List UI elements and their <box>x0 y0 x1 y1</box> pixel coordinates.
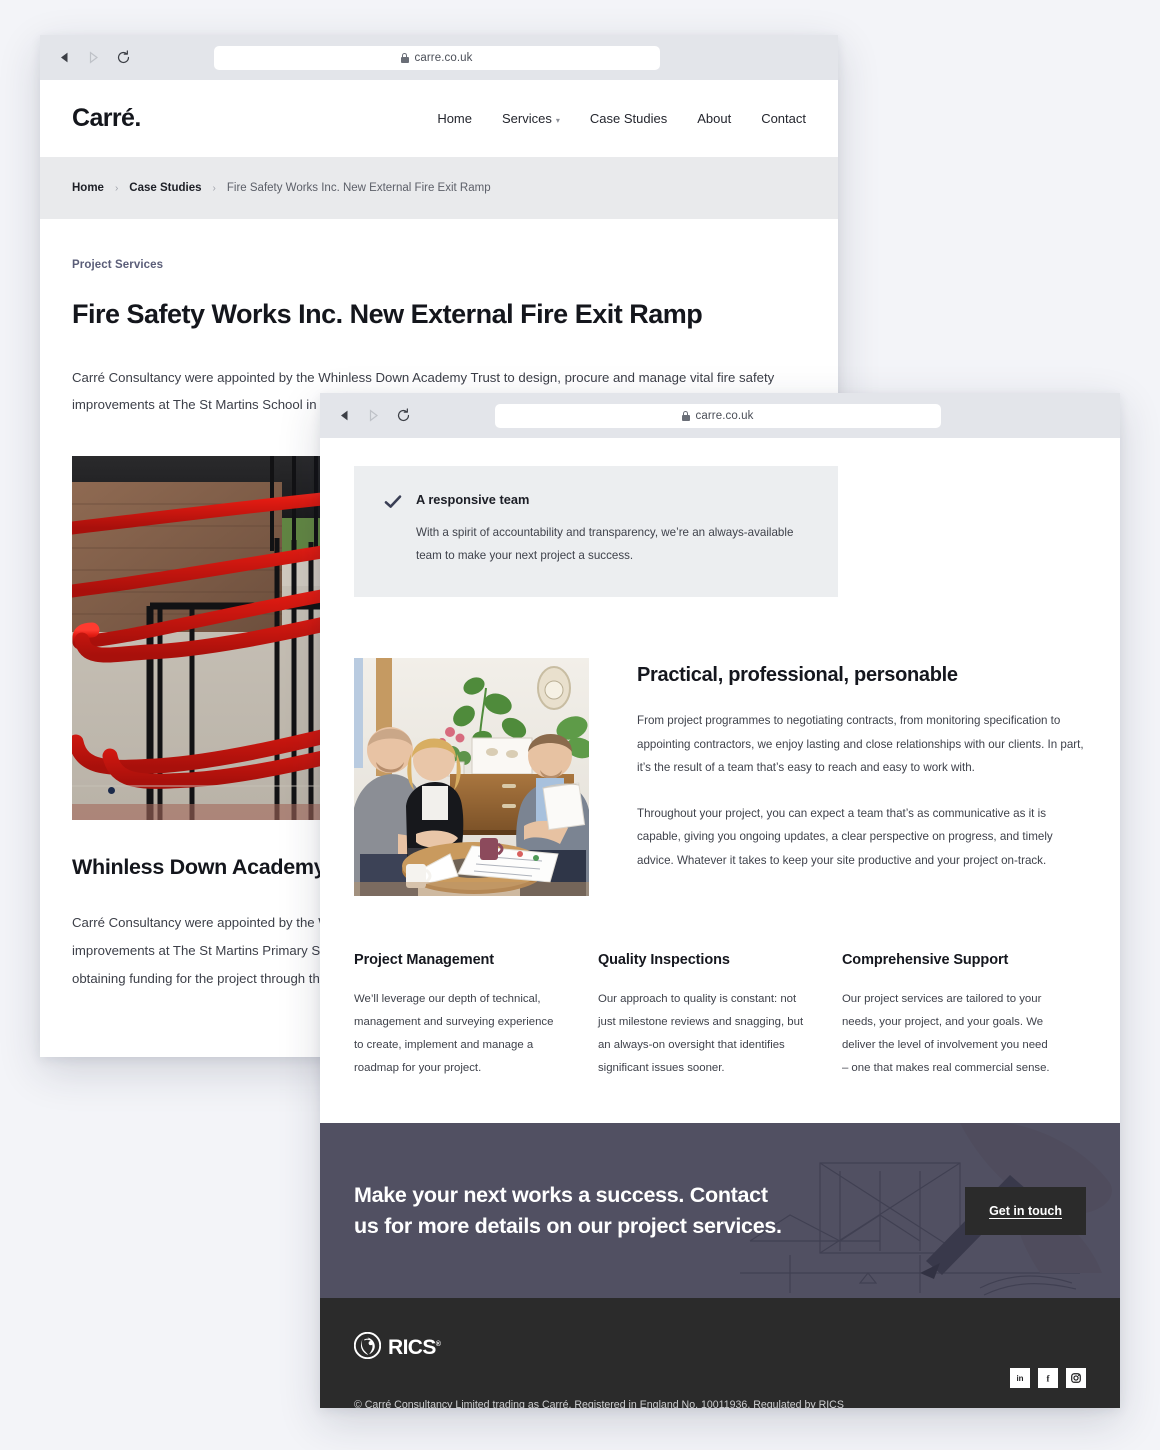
forward-icon[interactable] <box>367 409 380 422</box>
nav-item-services[interactable]: Services ▾ <box>502 111 560 126</box>
service-text: We’ll leverage our depth of technical, m… <box>354 993 554 1074</box>
browser-urlbar-container-front: carre.co.uk <box>411 403 1024 428</box>
callout-header: A responsive team <box>384 492 808 516</box>
breadcrumb: Home › Case Studies › Fire Safety Works … <box>40 157 838 219</box>
footer-legal: © Carré Consultancy Limited trading as C… <box>354 1395 1086 1408</box>
address-bar-front[interactable]: carre.co.uk <box>494 403 941 428</box>
feature-text: Practical, professional, personable From… <box>637 658 1086 896</box>
service-column-project-management: Project Management We’ll leverage our de… <box>354 952 598 1079</box>
team-meeting-artwork <box>354 658 589 897</box>
browser-nav-buttons-back <box>58 50 131 65</box>
article-eyebrow: Project Services <box>72 259 164 271</box>
legal-line-1: © Carré Consultancy Limited trading as C… <box>354 1399 844 1408</box>
rics-logo: RICS® <box>353 1332 1086 1364</box>
services-columns: Project Management We’ll leverage our de… <box>354 952 1086 1123</box>
back-icon[interactable] <box>58 51 71 64</box>
linkedin-icon[interactable]: in <box>1010 1368 1030 1389</box>
nav-item-contact[interactable]: Contact <box>761 111 806 126</box>
site-logo[interactable]: Carré. <box>72 104 141 133</box>
service-title: Quality Inspections <box>597 952 730 969</box>
forward-icon[interactable] <box>87 51 100 64</box>
responsive-team-callout: A responsive team With a spirit of accou… <box>354 466 838 598</box>
cta-banner: Make your next works a success. Contact … <box>320 1123 1120 1299</box>
cta-content: Make your next works a success. Contact … <box>320 1180 1120 1241</box>
service-column-quality-inspections: Quality Inspections Our approach to qual… <box>598 952 842 1079</box>
breadcrumb-separator: › <box>212 182 216 194</box>
service-text: Our project services are tailored to you… <box>841 993 1050 1074</box>
breadcrumb-current: Fire Safety Works Inc. New External Fire… <box>226 182 491 194</box>
rics-wordmark: RICS® <box>388 1336 441 1360</box>
nav-item-about[interactable]: About <box>697 111 731 126</box>
browser-chrome-front: carre.co.uk <box>320 393 1120 438</box>
facebook-icon[interactable]: f <box>1038 1368 1058 1389</box>
main-nav: Home Services ▾ Case Studies About Contac… <box>437 111 806 126</box>
chevron-down-icon: ▾ <box>555 116 560 125</box>
back-icon[interactable] <box>338 409 351 422</box>
nav-item-case-studies[interactable]: Case Studies <box>590 111 667 126</box>
feature-paragraph-1: From project programmes to negotiating c… <box>637 714 1084 775</box>
team-meeting-photo[interactable] <box>354 658 589 897</box>
breadcrumb-item-home[interactable]: Home <box>72 182 104 194</box>
nav-item-home[interactable]: Home <box>437 111 472 126</box>
reload-icon[interactable] <box>396 408 411 423</box>
reload-icon[interactable] <box>116 50 131 65</box>
get-in-touch-button[interactable]: Get in touch <box>965 1186 1086 1235</box>
page-title: Fire Safety Works Inc. New External Fire… <box>72 299 703 329</box>
rics-lion-icon <box>353 1332 382 1364</box>
social-links: in f <box>1010 1368 1086 1389</box>
lock-icon <box>681 410 690 421</box>
url-text-back: carre.co.uk <box>414 51 473 64</box>
service-title: Comprehensive Support <box>841 952 1009 969</box>
service-column-comprehensive-support: Comprehensive Support Our project servic… <box>842 952 1086 1079</box>
feature-paragraph-2: Throughout your project, you can expect … <box>637 806 1053 867</box>
browser-nav-buttons-front <box>338 408 411 423</box>
screenshot-stage: carre.co.uk Carré. Home Services ▾ Case S… <box>0 0 1160 1450</box>
site-header: Carré. Home Services ▾ Case Studies About… <box>40 80 838 157</box>
feature-heading: Practical, professional, personable <box>637 664 958 687</box>
url-text-front: carre.co.uk <box>695 409 754 422</box>
service-title: Project Management <box>354 952 495 969</box>
content-section: A responsive team With a spirit of accou… <box>320 466 1120 1123</box>
browser-urlbar-container-back: carre.co.uk <box>131 45 742 70</box>
browser-chrome-back: carre.co.uk <box>40 35 838 80</box>
address-bar-back[interactable]: carre.co.uk <box>213 45 660 70</box>
lock-icon <box>400 52 409 63</box>
callout-text: With a spirit of accountability and tran… <box>416 526 794 562</box>
feature-section: Practical, professional, personable From… <box>354 658 1086 897</box>
svg-text:f: f <box>1047 1374 1051 1384</box>
service-text: Our approach to quality is constant: not… <box>597 993 804 1074</box>
callout-title: A responsive team <box>416 492 530 507</box>
breadcrumb-item-case-studies[interactable]: Case Studies <box>129 182 201 194</box>
instagram-icon[interactable] <box>1066 1368 1086 1389</box>
breadcrumb-separator: › <box>114 182 119 194</box>
browser-window-front[interactable]: carre.co.uk A responsive team With a spi… <box>320 393 1120 1408</box>
svg-text:in: in <box>1016 1374 1023 1383</box>
page-viewport-front: A responsive team With a spirit of accou… <box>320 438 1120 1408</box>
cta-heading: Make your next works a success. Contact … <box>354 1183 782 1238</box>
check-icon <box>384 493 402 516</box>
site-footer: RICS® © Carré Consultancy Limited tradin… <box>320 1298 1120 1408</box>
